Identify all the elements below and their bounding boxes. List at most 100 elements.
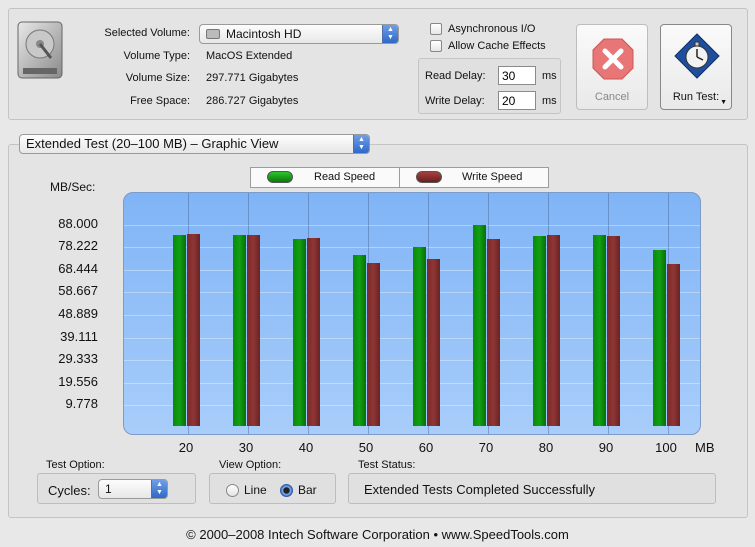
read-speed-bar	[473, 224, 486, 426]
y-tick-label: 88.000	[58, 215, 98, 231]
y-tick-label: 68.444	[58, 260, 98, 276]
test-status-value: Extended Tests Completed Successfully	[364, 482, 595, 497]
volume-size-label: Volume Size:	[125, 72, 190, 84]
test-status-box: Extended Tests Completed Successfully	[348, 473, 716, 504]
read-speed-bar	[293, 238, 306, 426]
x-tick-label: 40	[298, 440, 314, 455]
read-delay-unit: ms	[542, 70, 557, 82]
view-bar-radio[interactable]: Bar	[280, 483, 317, 497]
cycles-value: 1	[105, 482, 112, 496]
hard-drive-icon	[17, 21, 63, 79]
y-tick-label: 58.667	[58, 283, 98, 299]
popup-arrows-icon: ▲ ▼	[151, 480, 167, 498]
x-tick-label: 20	[178, 440, 194, 455]
y-tick-label: 78.222	[58, 238, 98, 254]
y-tick-label: 48.889	[58, 306, 98, 321]
test-option-group: Cycles: 1 ▲ ▼	[37, 473, 196, 504]
horizontal-gridline	[124, 224, 700, 226]
view-option-group: Line Bar	[209, 473, 336, 504]
free-space-label: Free Space:	[130, 95, 190, 107]
write-speed-swatch	[416, 171, 442, 183]
x-tick-label: 100	[655, 440, 677, 455]
stopwatch-icon	[674, 33, 720, 79]
test-mode-value: Extended Test (20–100 MB) – Graphic View	[26, 136, 279, 151]
checkbox-box	[430, 23, 442, 35]
volume-type-label: Volume Type:	[123, 50, 190, 62]
view-option-label: View Option:	[219, 459, 282, 471]
volume-select-value: Macintosh HD	[226, 27, 302, 41]
x-tick-label: 30	[238, 440, 254, 455]
y-axis-unit: MB/Sec:	[50, 180, 96, 194]
chart-plot-area	[123, 192, 701, 435]
radio-dot-selected	[280, 483, 293, 497]
read-speed-bar	[653, 249, 666, 426]
free-space-value: 286.727 Gigabytes	[206, 95, 299, 107]
checkbox-box	[430, 40, 442, 52]
menu-arrow-icon: ▼	[720, 99, 727, 106]
volume-size-value: 297.771 Gigabytes	[206, 72, 299, 84]
y-tick-label: 19.556	[58, 373, 98, 389]
run-test-button[interactable]: Run Test: ▼	[660, 24, 732, 110]
read-speed-bar	[353, 255, 366, 426]
async-io-checkbox[interactable]: Asynchronous I/O	[430, 23, 535, 35]
read-speed-bar	[593, 235, 606, 426]
read-delay-label: Read Delay:	[425, 70, 486, 82]
write-speed-bar	[607, 236, 620, 426]
read-speed-bar	[233, 234, 246, 426]
read-delay-row: Read Delay: ms	[419, 66, 562, 86]
write-speed-bar	[247, 234, 260, 426]
selected-volume-label: Selected Volume:	[104, 27, 190, 39]
disk-icon	[206, 29, 220, 39]
test-mode-select[interactable]: Extended Test (20–100 MB) – Graphic View…	[19, 134, 370, 154]
test-status-label: Test Status:	[358, 459, 416, 471]
cache-effects-checkbox[interactable]: Allow Cache Effects	[430, 40, 546, 52]
view-line-radio[interactable]: Line	[226, 483, 267, 497]
write-delay-label: Write Delay:	[425, 95, 485, 107]
write-speed-bar	[487, 238, 500, 426]
write-speed-bar	[547, 235, 560, 426]
write-speed-bar	[307, 237, 320, 426]
copyright-footer: © 2000–2008 Intech Software Corporation …	[186, 527, 569, 542]
read-speed-bar	[533, 235, 546, 426]
write-speed-bar	[187, 234, 200, 426]
cycles-label: Cycles:	[48, 483, 91, 498]
y-tick-label: 9.778	[65, 396, 98, 412]
write-speed-bar	[367, 263, 380, 426]
read-speed-swatch	[267, 171, 293, 183]
popup-arrows-icon: ▲ ▼	[382, 25, 398, 43]
x-tick-label: 70	[478, 440, 494, 455]
y-tick-label: 29.333	[58, 351, 98, 367]
test-option-label: Test Option:	[46, 459, 105, 471]
x-axis-unit: MB	[695, 440, 715, 455]
view-bar-label: Bar	[298, 483, 317, 497]
volume-select[interactable]: Macintosh HD ▲ ▼	[199, 24, 399, 44]
radio-dot	[226, 483, 239, 497]
x-tick-label: 60	[418, 440, 434, 455]
read-delay-input[interactable]	[498, 66, 536, 85]
chart-legend: Read Speed Write Speed	[250, 167, 549, 188]
legend-divider	[399, 168, 400, 187]
delay-group: Read Delay: ms Write Delay: ms	[418, 58, 561, 114]
read-speed-bar	[413, 247, 426, 426]
legend-read-speed: Read Speed	[314, 171, 376, 183]
write-delay-row: Write Delay: ms	[419, 91, 562, 111]
cancel-button[interactable]: Cancel	[576, 24, 648, 110]
write-speed-bar	[427, 258, 440, 426]
volume-type-value: MacOS Extended	[206, 50, 293, 62]
x-tick-label: 50	[358, 440, 374, 455]
cycles-select[interactable]: 1 ▲ ▼	[98, 479, 168, 499]
read-speed-bar	[173, 234, 186, 426]
popup-arrows-icon: ▲ ▼	[353, 135, 369, 153]
cache-effects-label: Allow Cache Effects	[448, 40, 546, 52]
x-tick-label: 80	[538, 440, 554, 455]
x-tick-label: 90	[598, 440, 614, 455]
stop-icon	[592, 38, 634, 80]
legend-write-speed: Write Speed	[462, 171, 523, 183]
y-tick-label: 39.111	[60, 328, 98, 344]
write-delay-unit: ms	[542, 95, 557, 107]
cancel-label: Cancel	[594, 91, 630, 103]
write-speed-bar	[667, 263, 680, 426]
view-line-label: Line	[244, 483, 267, 497]
async-io-label: Asynchronous I/O	[448, 23, 536, 35]
write-delay-input[interactable]	[498, 91, 536, 110]
